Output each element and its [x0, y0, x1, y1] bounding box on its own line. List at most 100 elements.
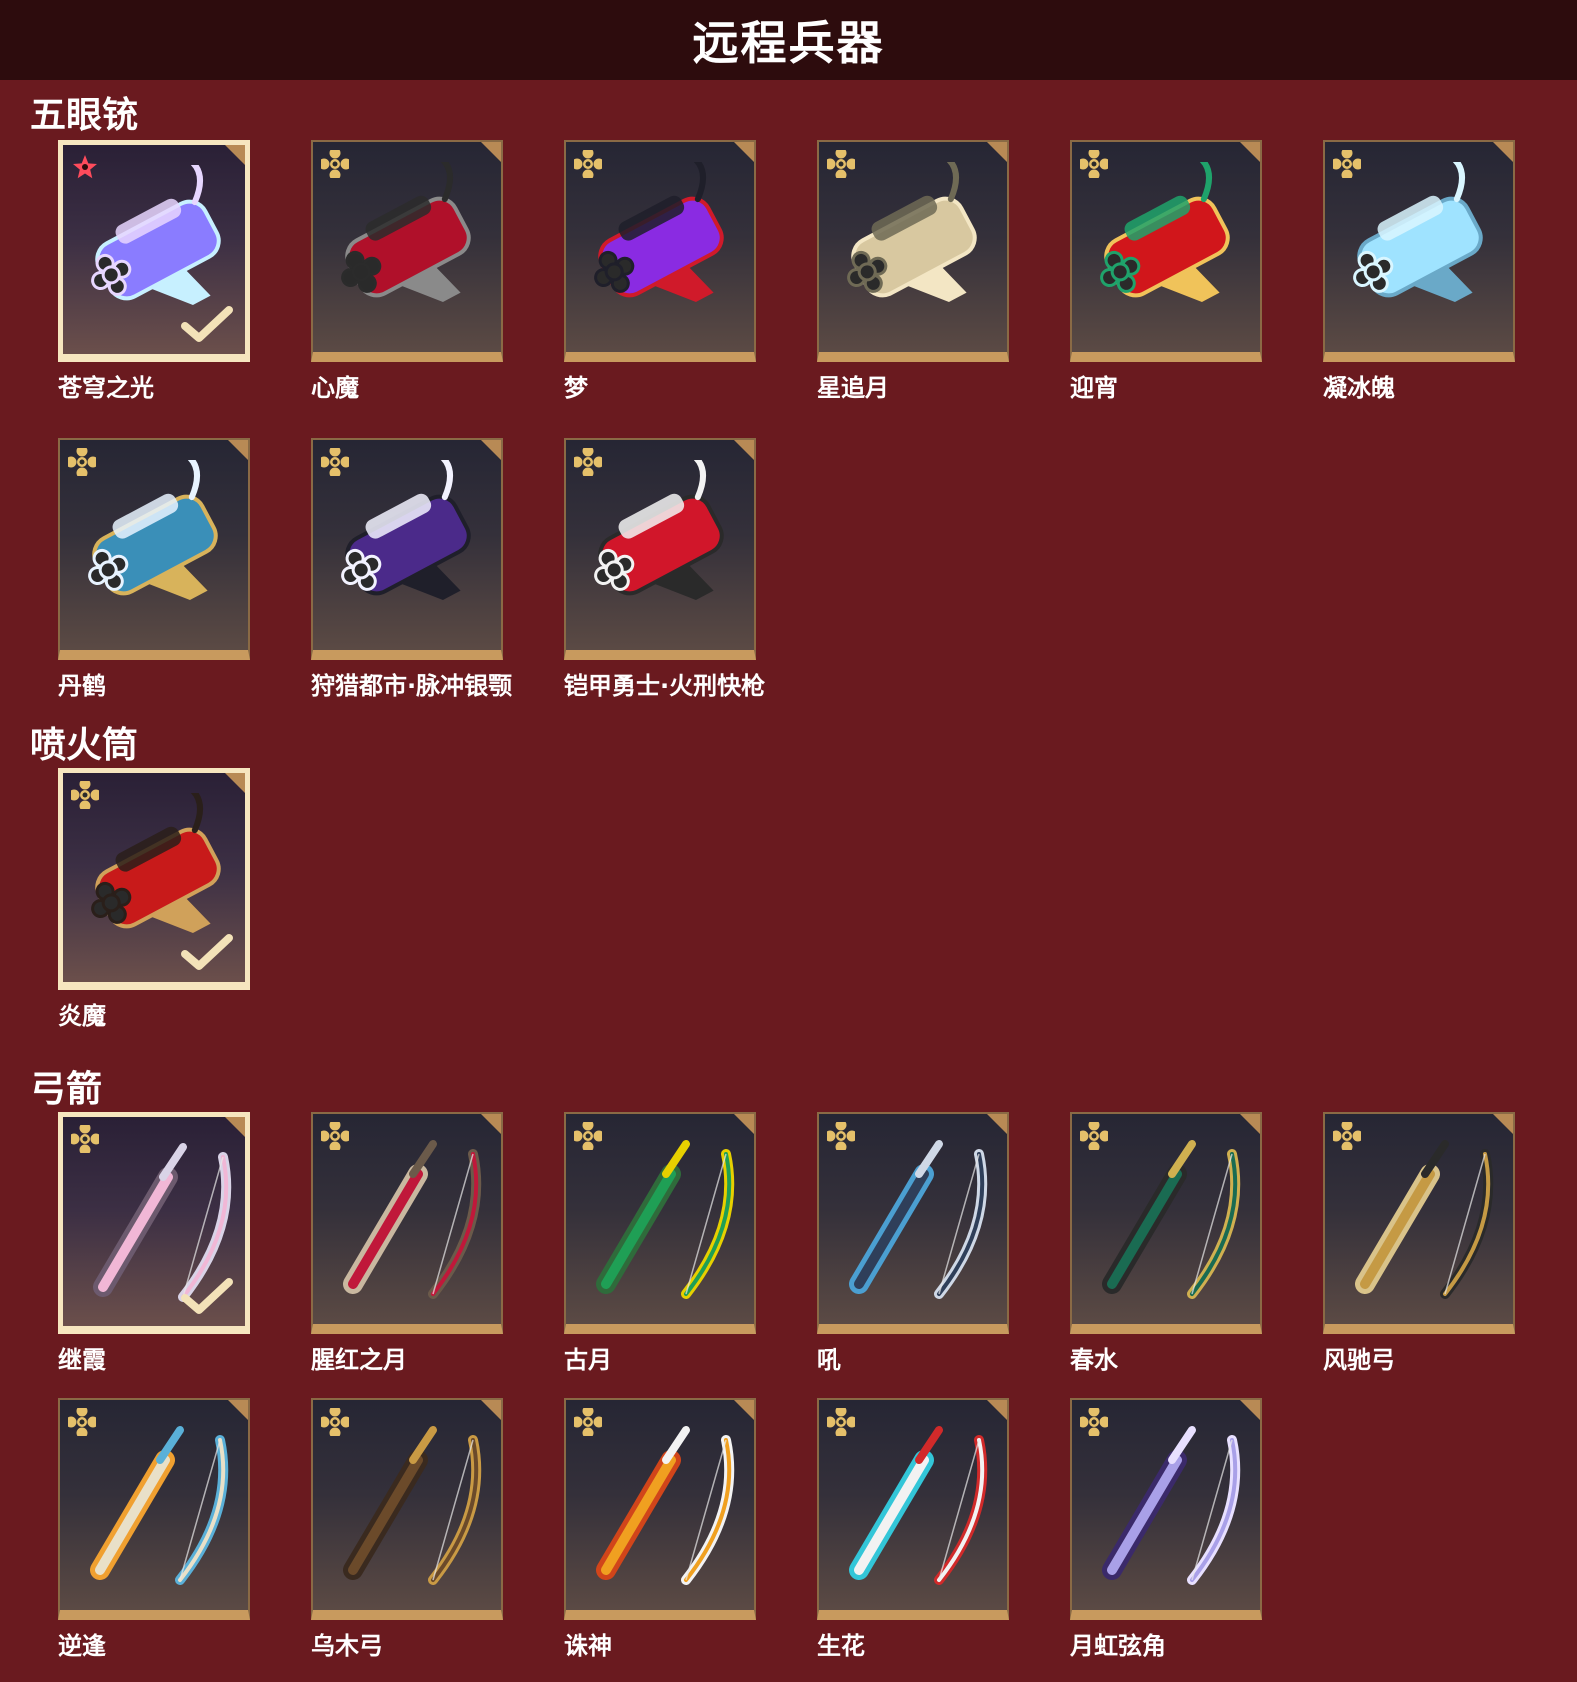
- weapon-card[interactable]: 梦: [564, 140, 756, 402]
- weapon-image: [596, 1426, 735, 1585]
- weapon-thumbnail[interactable]: [58, 768, 250, 990]
- weapon-name: 狩猎都市·脉冲银颚: [311, 672, 513, 700]
- weapon-name: 心魔: [311, 374, 359, 402]
- flower-icon: [321, 448, 349, 476]
- weapon-thumbnail[interactable]: [817, 140, 1009, 362]
- weapon-name: 星追月: [817, 374, 889, 402]
- check-icon: [181, 306, 233, 342]
- check-icon: [181, 1278, 233, 1314]
- weapon-name: 迎宵: [1070, 374, 1118, 402]
- weapon-name: 铠甲勇士·火刑快枪: [564, 672, 766, 700]
- weapon-thumbnail[interactable]: [1323, 1112, 1515, 1334]
- flower-icon: [1080, 150, 1108, 178]
- weapon-name: 风驰弓: [1323, 1346, 1395, 1374]
- weapon-thumbnail[interactable]: [1070, 1398, 1262, 1620]
- weapon-image: [1355, 1140, 1494, 1299]
- weapon-image: [849, 1140, 988, 1299]
- weapon-thumbnail[interactable]: [311, 1112, 503, 1334]
- weapon-name: 生花: [817, 1632, 865, 1660]
- weapon-card[interactable]: 铠甲勇士·火刑快枪: [564, 438, 765, 700]
- corner-tab-icon: [987, 142, 1007, 162]
- weapon-thumbnail[interactable]: [564, 1112, 756, 1334]
- weapon-thumbnail[interactable]: [564, 438, 756, 660]
- flower-icon: [574, 1408, 602, 1436]
- weapon-card[interactable]: 迎宵: [1070, 140, 1262, 402]
- weapon-card[interactable]: 腥红之月: [311, 1112, 503, 1374]
- weapon-name: 古月: [564, 1346, 612, 1374]
- flower-icon: [1080, 1408, 1108, 1436]
- weapon-image: [1353, 162, 1483, 303]
- weapon-card[interactable]: 丹鹤: [58, 438, 250, 700]
- flower-icon: [1080, 1122, 1108, 1150]
- weapon-thumbnail[interactable]: [1070, 1112, 1262, 1334]
- weapon-image: [594, 162, 724, 303]
- weapon-card[interactable]: 生花: [817, 1398, 1009, 1660]
- flower-icon: [321, 1408, 349, 1436]
- weapon-thumbnail[interactable]: [817, 1112, 1009, 1334]
- weapon-name: 苍穹之光: [58, 374, 154, 402]
- corner-tab-icon: [734, 142, 754, 162]
- weapon-card[interactable]: 吼: [817, 1112, 1009, 1374]
- weapon-card[interactable]: 乌木弓: [311, 1398, 503, 1660]
- flower-icon: [71, 1125, 99, 1153]
- weapon-thumbnail[interactable]: [58, 438, 250, 660]
- section-title-bow: 弓箭: [30, 1069, 103, 1110]
- weapon-card[interactable]: 月虹弦角: [1070, 1398, 1262, 1660]
- weapon-name: 月虹弦角: [1070, 1632, 1166, 1660]
- weapon-card[interactable]: 星追月: [817, 140, 1009, 402]
- weapon-thumbnail[interactable]: [1070, 140, 1262, 362]
- corner-tab-icon: [225, 145, 245, 165]
- corner-tab-icon: [734, 1114, 754, 1134]
- weapon-image: [849, 1426, 988, 1585]
- weapon-name: 丹鹤: [58, 672, 106, 700]
- weapon-thumbnail[interactable]: [1323, 140, 1515, 362]
- weapon-thumbnail[interactable]: [564, 1398, 756, 1620]
- corner-tab-icon: [481, 142, 501, 162]
- weapon-card[interactable]: 炎魔: [58, 768, 250, 1030]
- weapon-card[interactable]: 风驰弓: [1323, 1112, 1515, 1374]
- weapon-card[interactable]: 古月: [564, 1112, 756, 1374]
- weapon-image: [341, 162, 471, 303]
- weapon-card[interactable]: 春水: [1070, 1112, 1262, 1374]
- weapon-card[interactable]: 诛神: [564, 1398, 756, 1660]
- weapon-image: [341, 460, 471, 601]
- weapon-thumbnail[interactable]: [311, 140, 503, 362]
- weapon-thumbnail[interactable]: [58, 1398, 250, 1620]
- flower-icon: [827, 1408, 855, 1436]
- corner-tab-icon: [1240, 142, 1260, 162]
- weapon-image: [1100, 162, 1230, 303]
- weapon-thumbnail[interactable]: [311, 1398, 503, 1620]
- weapon-image: [90, 1426, 229, 1585]
- weapon-image: [343, 1140, 482, 1299]
- weapon-card[interactable]: 狩猎都市·脉冲银颚: [311, 438, 512, 700]
- weapon-name: 凝冰魄: [1323, 374, 1395, 402]
- weapon-thumbnail[interactable]: [58, 140, 250, 362]
- weapon-card[interactable]: 苍穹之光: [58, 140, 250, 402]
- weapon-image: [596, 1140, 735, 1299]
- weapon-thumbnail[interactable]: [817, 1398, 1009, 1620]
- weapon-name: 诛神: [564, 1632, 612, 1660]
- weapon-name: 炎魔: [58, 1002, 106, 1030]
- corner-tab-icon: [1240, 1400, 1260, 1420]
- page-title: 远程兵器: [692, 16, 885, 70]
- weapon-thumbnail[interactable]: [58, 1112, 250, 1334]
- weapon-thumbnail[interactable]: [564, 140, 756, 362]
- weapon-card[interactable]: 逆逢: [58, 1398, 250, 1660]
- flower-icon: [321, 150, 349, 178]
- corner-tab-icon: [987, 1400, 1007, 1420]
- corner-tab-icon: [225, 773, 245, 793]
- weapon-name: 继霞: [58, 1346, 106, 1374]
- flower-icon: [68, 1408, 96, 1436]
- weapon-thumbnail[interactable]: [311, 438, 503, 660]
- weapon-image: [847, 162, 977, 303]
- weapon-name: 腥红之月: [311, 1346, 407, 1374]
- flower-icon: [71, 781, 99, 809]
- weapon-card[interactable]: 凝冰魄: [1323, 140, 1515, 402]
- weapon-name: 吼: [817, 1346, 841, 1374]
- weapon-name: 春水: [1070, 1346, 1118, 1374]
- section-title-five-eye-gun: 五眼铳: [30, 95, 139, 136]
- flower-icon: [827, 150, 855, 178]
- weapon-card[interactable]: 心魔: [311, 140, 503, 402]
- weapon-card[interactable]: 继霞: [58, 1112, 250, 1374]
- corner-tab-icon: [481, 1400, 501, 1420]
